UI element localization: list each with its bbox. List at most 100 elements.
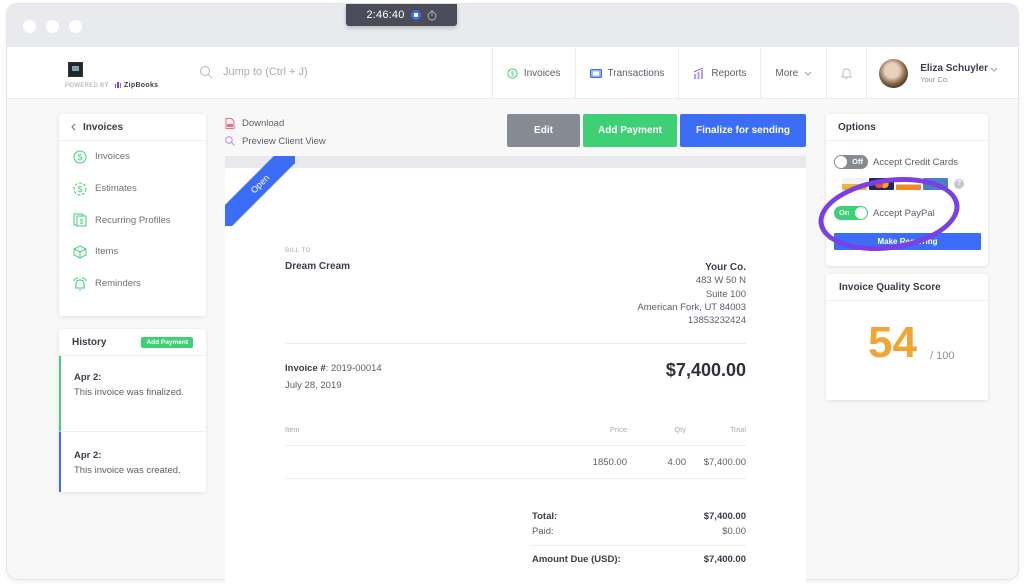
powered-by: POWERED BY ZipBooks — [65, 82, 159, 90]
help-icon[interactable]: ? — [954, 179, 964, 189]
alarm-icon — [73, 277, 87, 291]
sidebar-item-estimates[interactable]: $ Estimates — [59, 173, 206, 205]
dollar-dashed-circle-icon: $ — [73, 182, 87, 196]
user-company: Your Co. — [920, 74, 950, 84]
visa-card-icon — [842, 178, 867, 190]
company-logo[interactable] — [68, 62, 83, 77]
svg-text:$: $ — [78, 153, 83, 162]
invoice-links: Download Preview Client View — [225, 114, 326, 150]
nav-transactions[interactable]: Transactions — [574, 47, 679, 99]
mastercard-icon — [869, 178, 894, 190]
stopwatch-icon[interactable] — [427, 10, 437, 21]
quality-score-panel: Invoice Quality Score 54 / 100 — [826, 274, 988, 400]
sidebar-back[interactable]: Invoices — [59, 114, 206, 141]
history-panel: History Add Payment Apr 2: This invoice … — [59, 329, 206, 492]
dollar-circle-icon: $ — [73, 150, 87, 164]
quality-score-value: 54 — [868, 318, 917, 367]
stop-icon[interactable] — [410, 10, 421, 20]
edit-button[interactable]: Edit — [507, 114, 580, 147]
search-input[interactable]: Jump to (Ctrl + J) — [223, 66, 308, 78]
user-name: Eliza Schuyler — [920, 62, 988, 74]
zipbooks-logo-icon — [114, 82, 123, 90]
nav-more[interactable]: More — [760, 47, 826, 99]
window-close-button[interactable] — [23, 20, 36, 33]
make-recurring-button[interactable]: Make Recurring — [834, 233, 981, 250]
sidebar-item-items[interactable]: Items — [59, 236, 206, 268]
sidebar-item-invoices[interactable]: $ Invoices — [59, 141, 206, 173]
discover-card-icon — [896, 178, 921, 190]
dollar-circle-icon: $ — [507, 67, 518, 79]
history-title: History — [72, 336, 107, 348]
quality-score-max: / 100 — [930, 350, 955, 362]
card-brands: ? — [842, 178, 964, 190]
preview-client-view-link[interactable]: Preview Client View — [225, 132, 326, 150]
column-header-item: Item — [285, 425, 300, 434]
bell-icon — [841, 68, 853, 79]
search-bar[interactable]: Jump to (Ctrl + J) — [199, 65, 308, 79]
line-price: 1850.00 — [592, 457, 627, 468]
column-header-qty: Qty — [674, 425, 686, 434]
user-menu[interactable]: Eliza Schuyler Your Co. — [866, 47, 1018, 99]
chevron-down-icon — [804, 71, 812, 76]
nav-invoices[interactable]: $ Invoices — [491, 47, 575, 99]
sidebar: Invoices $ Invoices $ Estimates $ Recurr… — [59, 114, 206, 316]
divider — [285, 343, 746, 344]
paypal-toggle[interactable]: On — [834, 206, 868, 220]
credit-cards-toggle[interactable]: Off — [834, 155, 868, 169]
chevron-down-icon — [990, 67, 998, 72]
recurring-doc-icon: $ — [73, 213, 87, 227]
column-header-total: Total — [730, 425, 746, 434]
window-maximize-button[interactable] — [69, 20, 82, 33]
invoice-amount: $7,400.00 — [665, 360, 746, 380]
svg-text:$: $ — [80, 219, 84, 226]
main-nav: $ Invoices Transactions Reports More Eli… — [491, 47, 1018, 99]
sidebar-item-recurring-profiles[interactable]: $ Recurring Profiles — [59, 204, 206, 236]
options-title: Options — [826, 114, 988, 141]
total-value: $7,400.00 — [703, 511, 746, 522]
notifications-button[interactable] — [826, 47, 866, 99]
search-icon — [225, 136, 235, 146]
title-bar — [7, 4, 1018, 47]
from-address: Your Co. 483 W 50 N Suite 100 American F… — [637, 262, 746, 327]
chart-icon — [694, 67, 704, 79]
finalize-button[interactable]: Finalize for sending — [680, 114, 806, 147]
line-qty: 4.00 — [667, 457, 687, 468]
svg-text:$: $ — [78, 185, 83, 194]
invoice-date: July 28, 2019 — [285, 380, 342, 391]
amex-card-icon — [923, 178, 948, 190]
add-payment-button[interactable]: Add Payment — [583, 114, 677, 147]
invoice-number: Invoice #: 2019-00014 — [285, 363, 382, 374]
bill-to-name: Dream Cream — [285, 261, 351, 272]
nav-reports[interactable]: Reports — [678, 47, 760, 99]
search-icon — [200, 66, 213, 79]
total-label: Total: — [532, 511, 558, 522]
chevron-left-icon — [71, 123, 76, 131]
status-ribbon: Open — [225, 156, 295, 226]
column-header-price: Price — [609, 425, 627, 434]
top-navbar: POWERED BY ZipBooks Jump to (Ctrl + J) $… — [7, 47, 1018, 99]
box-icon — [73, 245, 87, 259]
svg-text:$: $ — [511, 72, 515, 78]
money-card-icon — [589, 68, 602, 78]
paypal-option: On Accept PayPal — [834, 206, 935, 220]
avatar — [879, 58, 909, 88]
sidebar-item-reminders[interactable]: Reminders — [59, 268, 206, 300]
amount-due-value: $7,400.00 — [703, 554, 746, 565]
amount-due-label: Amount Due (USD): — [532, 554, 621, 565]
divider — [285, 478, 746, 479]
time-tracker: 2:46:40 — [346, 4, 457, 26]
paid-label: Paid: — [532, 526, 554, 537]
credit-cards-option: Off Accept Credit Cards — [834, 155, 958, 169]
divider — [285, 445, 746, 446]
timer-display: 2:46:40 — [366, 9, 405, 21]
line-total: $7,400.00 — [703, 457, 746, 468]
quality-score-title: Invoice Quality Score — [826, 274, 988, 301]
window-minimize-button[interactable] — [46, 20, 59, 33]
paid-value: $0.00 — [722, 526, 746, 537]
download-link[interactable]: Download — [225, 114, 326, 132]
divider — [532, 545, 746, 546]
history-entry: Apr 2: This invoice was created. — [59, 432, 206, 492]
pdf-icon — [225, 117, 235, 129]
history-add-payment-button[interactable]: Add Payment — [141, 336, 193, 348]
bill-to-label: BILL TO — [285, 247, 311, 254]
